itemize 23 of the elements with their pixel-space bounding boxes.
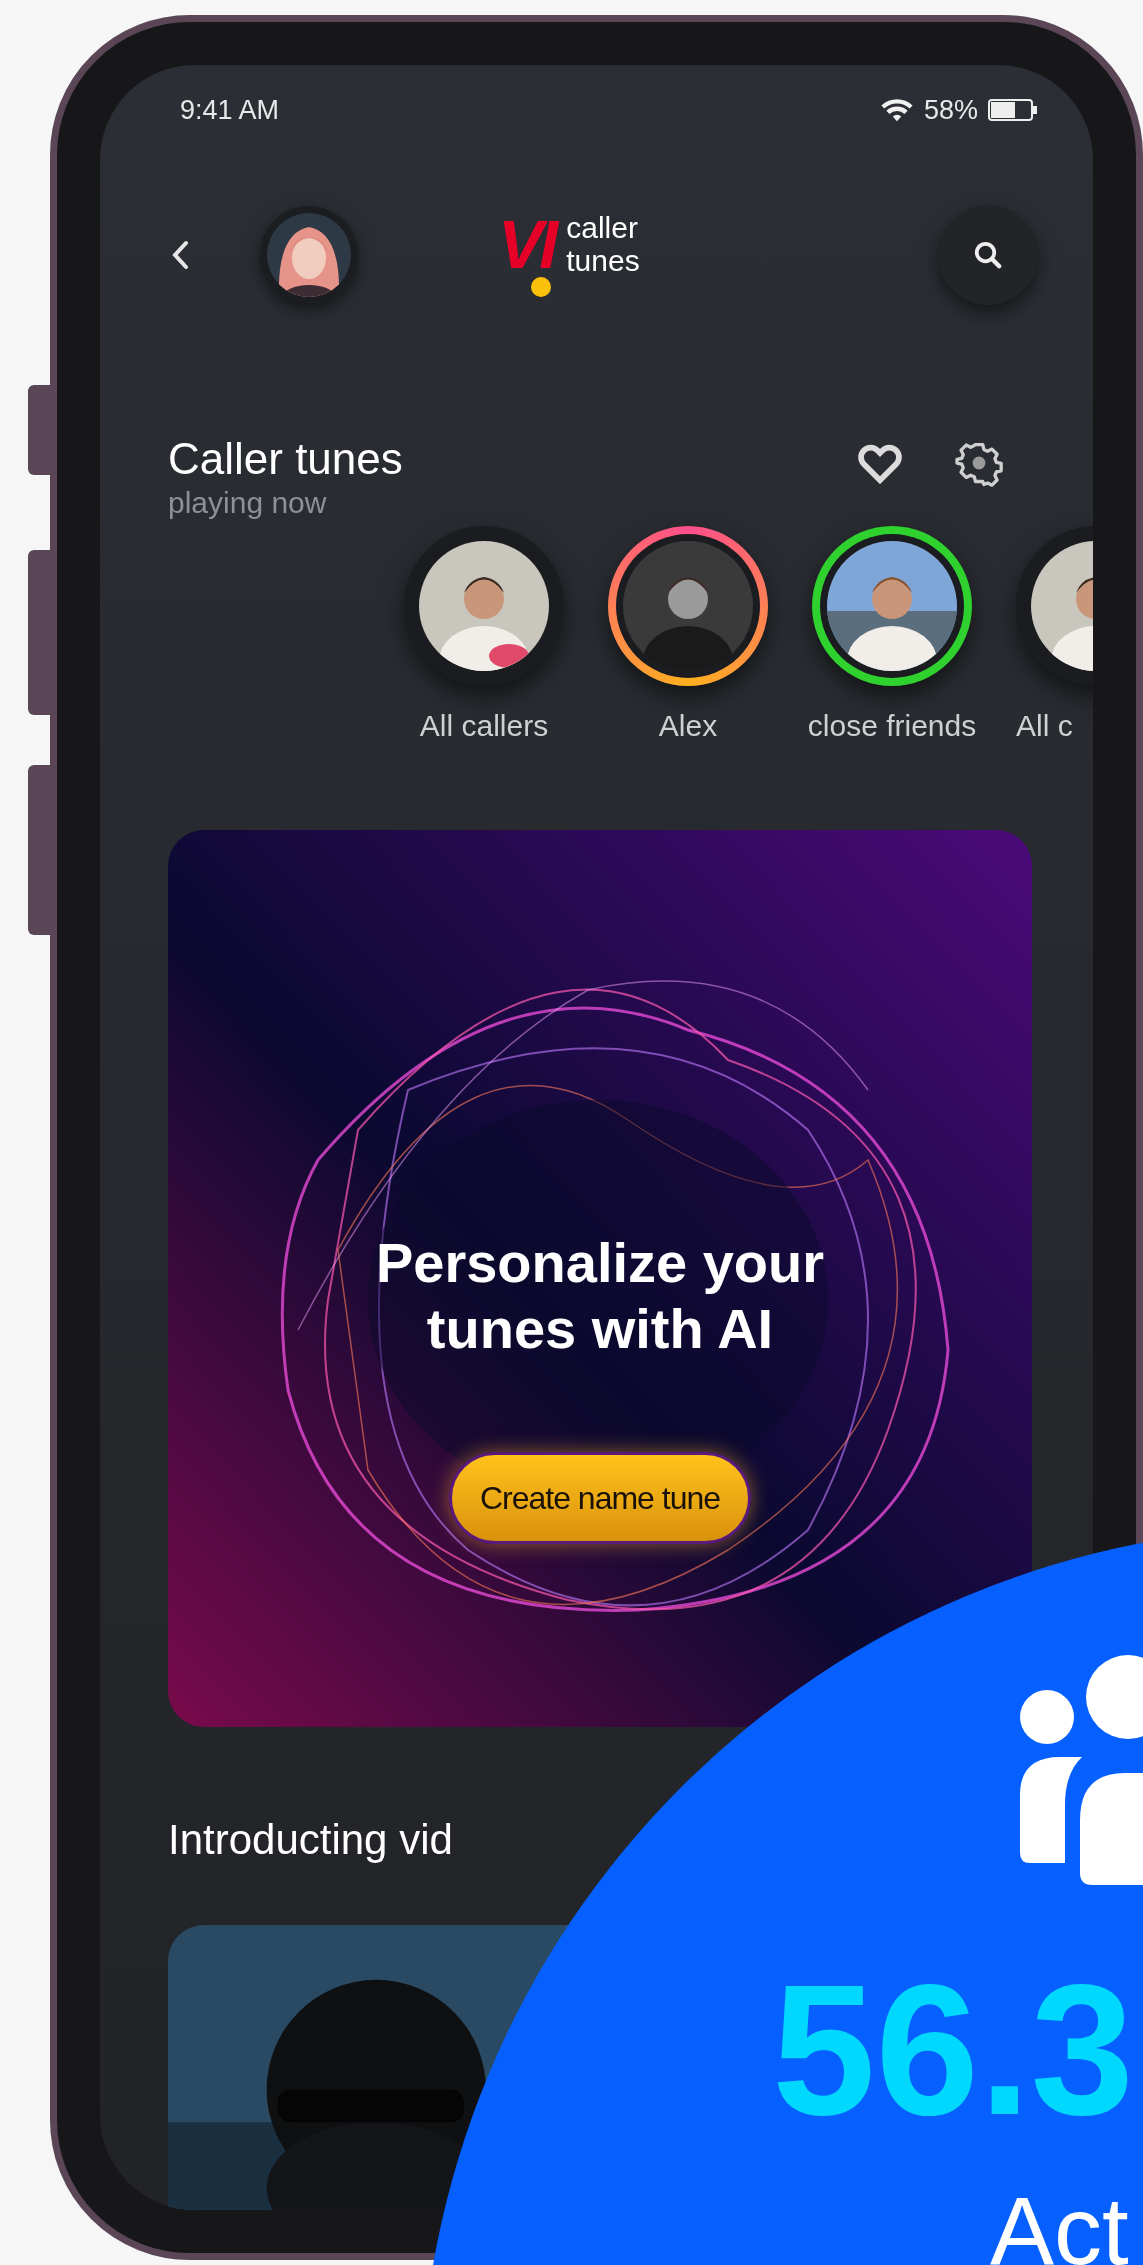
section-subtitle: playing now — [168, 485, 328, 521]
logo-dot-icon — [531, 277, 552, 297]
create-name-tune-button[interactable]: Create name tune — [448, 1452, 752, 1544]
wifi-icon — [879, 97, 914, 123]
tune-label: All callers — [419, 708, 549, 744]
back-icon[interactable] — [170, 240, 190, 270]
logo-caption: tunes — [566, 244, 640, 277]
heart-icon[interactable] — [857, 442, 903, 484]
battery-icon — [988, 98, 1038, 122]
stat-value: 56.3 — [772, 1950, 1134, 2150]
people-icon — [1020, 1655, 1143, 1885]
battery-percent: 58% — [923, 93, 978, 127]
tune-label: Alex — [658, 708, 718, 744]
clock-time: 9:41 AM — [180, 93, 280, 127]
stat-label: Act — [990, 2183, 1129, 2265]
section-title: Introducting vid — [168, 1815, 454, 1865]
banner-title: Personalize your tunes with AI — [374, 1230, 826, 1362]
logo-caption: caller — [566, 211, 639, 244]
logo-mark: VI — [498, 213, 555, 275]
tune-label: close friends — [807, 708, 977, 744]
search-icon — [973, 240, 1003, 270]
tune-label: All c — [1016, 708, 1073, 744]
section-title: Caller tunes — [168, 433, 403, 485]
